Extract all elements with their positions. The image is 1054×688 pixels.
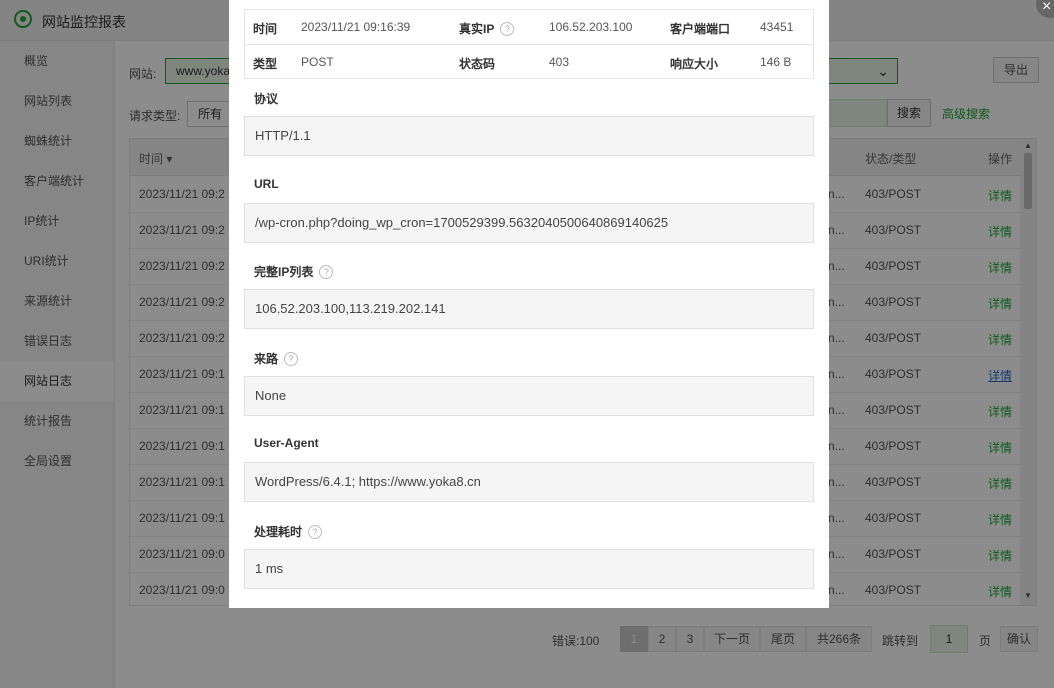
field-value: 106.52.203.100,113.219.202.141 — [244, 289, 814, 329]
summary-key: 真实IP? — [459, 20, 515, 37]
summary-value: POST — [301, 55, 334, 69]
log-summary-table: 时间 2023/11/21 09:16:39 真实IP? 106.52.203.100… — [244, 9, 814, 79]
summary-value: 403 — [549, 55, 570, 69]
help-icon[interactable]: ? — [308, 525, 323, 539]
summary-row: 时间 2023/11/21 09:16:39 真实IP? 106.52.203.100… — [245, 10, 813, 44]
summary-value: 43451 — [760, 20, 794, 34]
field-label: 完整IP列表? — [254, 263, 334, 280]
field-label: 处理耗时? — [254, 523, 323, 540]
field-value: None — [244, 376, 814, 416]
field-label: User-Agent — [254, 436, 319, 450]
summary-value: 146 B — [760, 55, 792, 69]
summary-key: 客户端端口 — [670, 22, 731, 36]
help-icon[interactable]: ? — [284, 352, 299, 366]
field-value: 1 ms — [244, 549, 814, 589]
summary-value: 2023/11/21 09:16:39 — [301, 20, 411, 34]
help-icon[interactable]: ? — [500, 22, 515, 36]
field-label: 协议 — [254, 92, 279, 106]
summary-key: 类型 — [253, 57, 278, 71]
summary-key: 状态码 — [459, 57, 496, 71]
field-label: URL — [254, 177, 279, 191]
field-label: 来路? — [254, 350, 299, 367]
summary-row: 类型 POST 状态码 403 响应大小 146 B — [245, 44, 813, 79]
field-value: WordPress/6.4.1; https://www.yoka8.cn — [244, 462, 814, 502]
help-icon[interactable]: ? — [319, 265, 334, 279]
summary-key: 响应大小 — [670, 57, 719, 71]
summary-value: 106.52.203.100 — [549, 20, 633, 34]
log-detail-dialog: 时间 2023/11/21 09:16:39 真实IP? 106.52.203.100… — [229, 0, 829, 608]
field-value: /wp-cron.php?doing_wp_cron=1700529399.56… — [244, 203, 814, 243]
summary-key: 时间 — [253, 22, 278, 36]
field-value: HTTP/1.1 — [244, 116, 814, 156]
